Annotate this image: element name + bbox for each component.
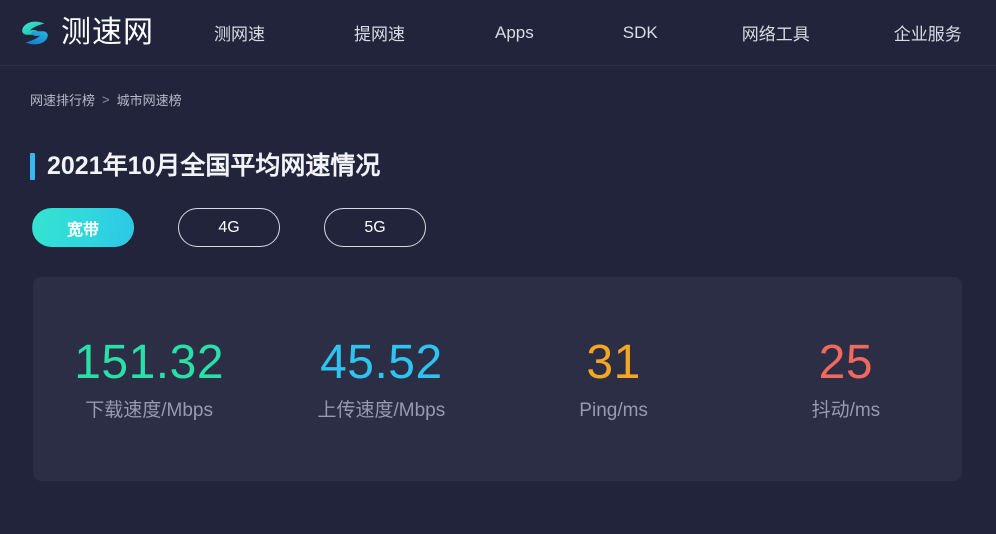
page-title: 2021年10月全国平均网速情况 <box>47 152 381 180</box>
speedtest-swoosh-icon <box>18 16 52 50</box>
brand-logo[interactable]: 测速网 <box>18 16 154 50</box>
nav-item-enterprise-services[interactable]: 企业服务 <box>892 14 964 51</box>
nav-item-apps[interactable]: Apps <box>493 17 536 49</box>
stat-upload-label: 上传速度/Mbps <box>317 399 446 421</box>
stat-download-label: 下载速度/Mbps <box>85 399 213 421</box>
filter-pill-broadband[interactable]: 宽带 <box>32 208 134 247</box>
stat-jitter-value: 25 <box>818 335 874 389</box>
nav-item-sdk[interactable]: SDK <box>621 17 660 49</box>
stat-ping-label: Ping/ms <box>579 399 648 421</box>
site-header: 测速网 测网速 提网速 Apps SDK 网络工具 企业服务 <box>0 0 996 66</box>
breadcrumb-item-speed-ranking[interactable]: 网速排行榜 <box>30 90 95 109</box>
page-title-row: 2021年10月全国平均网速情况 <box>30 153 996 180</box>
stat-jitter: 25 抖动/ms <box>730 335 962 421</box>
brand-name: 测速网 <box>61 15 154 49</box>
stat-upload-value: 45.52 <box>320 335 443 389</box>
nav-item-measure-speed[interactable]: 测网速 <box>212 14 267 51</box>
title-accent-bar <box>30 153 35 180</box>
stat-download-value: 151.32 <box>74 335 225 389</box>
filter-pill-5g[interactable]: 5G <box>324 208 426 247</box>
stat-ping-value: 31 <box>586 335 641 389</box>
breadcrumb-item-city-ranking[interactable]: 城市网速榜 <box>117 90 182 109</box>
stat-ping: 31 Ping/ms <box>498 335 730 421</box>
nav-item-network-tools[interactable]: 网络工具 <box>740 14 812 51</box>
speed-summary-card: 151.32 下载速度/Mbps 45.52 上传速度/Mbps 31 Ping… <box>33 277 962 481</box>
nav-item-boost-speed[interactable]: 提网速 <box>352 14 407 51</box>
main-nav: 测网速 提网速 Apps SDK 网络工具 企业服务 <box>212 14 996 51</box>
stat-download-speed: 151.32 下载速度/Mbps <box>33 335 265 421</box>
breadcrumb: 网速排行榜 > 城市网速榜 <box>30 90 996 109</box>
stat-jitter-label: 抖动/ms <box>811 399 881 421</box>
stat-upload-speed: 45.52 上传速度/Mbps <box>265 335 497 421</box>
network-type-filter: 宽带 4G 5G <box>32 208 996 247</box>
breadcrumb-separator-icon: > <box>102 92 110 107</box>
filter-pill-4g[interactable]: 4G <box>178 208 280 247</box>
